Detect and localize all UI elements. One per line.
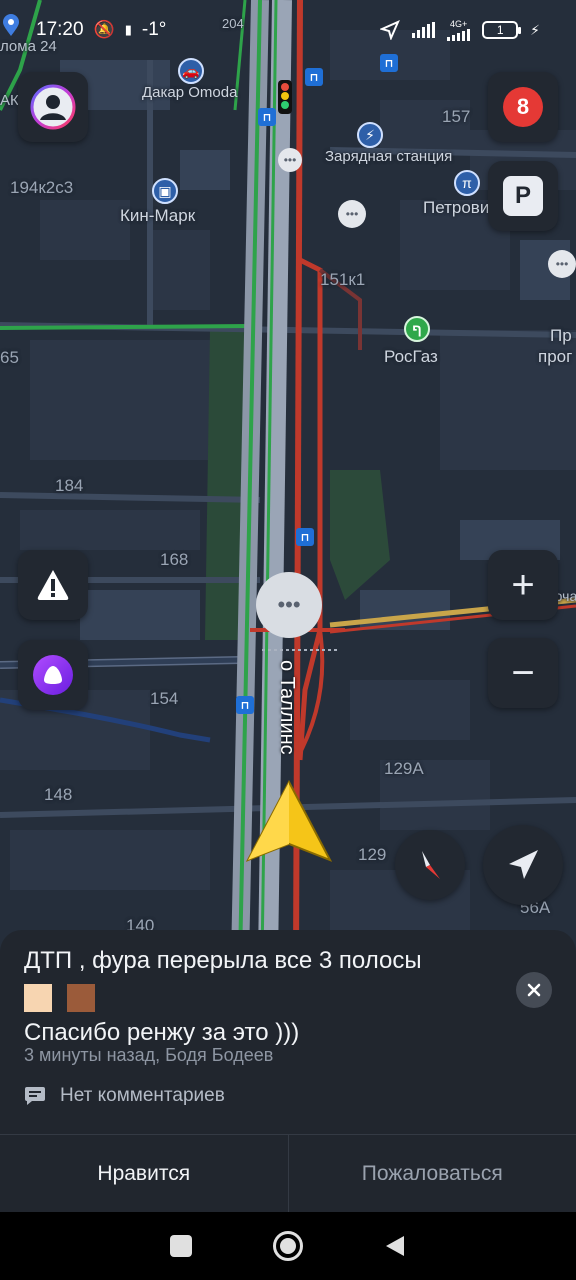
poi-label[interactable]: Зарядная станция (325, 147, 452, 166)
location-arrow-icon (380, 20, 401, 40)
event-card: ДТП , фура перерыла все 3 полосы Спасибо… (0, 930, 576, 1212)
gas-station-icon[interactable]: ף (404, 316, 430, 342)
battery-saver-icon: ▮ (124, 22, 132, 37)
compass-icon (422, 851, 440, 879)
alice-icon (33, 655, 73, 695)
warning-icon (37, 570, 69, 600)
poi-label[interactable]: прог (538, 347, 572, 367)
parking-button[interactable]: P (488, 161, 558, 231)
comments-label: Нет комментариев (60, 1085, 225, 1106)
car-dealer-icon[interactable]: 🚗 (178, 58, 204, 84)
street-label: 65 (0, 348, 19, 367)
alice-assistant-button[interactable] (18, 640, 88, 710)
poi-label[interactable]: Дакар Omoda (142, 84, 237, 101)
status-temperature: -1° (141, 19, 167, 40)
poi-label[interactable]: Кин-Марк (120, 206, 195, 226)
chat-bubble-icon[interactable]: ••• (338, 200, 366, 228)
street-label: 168 (160, 550, 189, 569)
signal-icon-2 (447, 28, 471, 41)
alarm-off-icon: 🔕 (93, 20, 115, 39)
zoom-out-button[interactable]: − (488, 638, 558, 708)
report-button[interactable]: Пожаловаться (289, 1135, 576, 1212)
avatar-icon (30, 84, 76, 130)
street-label: 157 (442, 107, 471, 126)
event-message: ДТП , фура перерыла все 3 полосы Спасибо… (24, 944, 504, 1050)
home-button[interactable] (272, 1231, 303, 1261)
back-button[interactable] (384, 1234, 406, 1258)
compass-button[interactable] (395, 830, 465, 900)
system-nav-bar (0, 1212, 576, 1280)
navigation-arrow-icon (509, 850, 538, 879)
emoji-row (24, 980, 504, 1014)
metro-icon[interactable]: π (454, 170, 480, 196)
traffic-level-badge: 8 (503, 87, 543, 127)
status-time: 17:20 (36, 19, 84, 40)
event-actions: Нравится Пожаловаться (0, 1134, 576, 1212)
traffic-light-icon (278, 80, 292, 114)
battery-icon: 1 (482, 21, 522, 39)
parking-icon: P (503, 176, 543, 216)
street-label: 129А (384, 759, 424, 778)
emoji-dark-skin-icon (66, 983, 95, 1012)
poi-label[interactable]: Пр (550, 326, 572, 346)
emoji-light-skin-icon (24, 983, 52, 1012)
street-label: АК (0, 92, 19, 109)
chat-bubble-icon[interactable]: ••• (548, 250, 576, 278)
event-meta: 3 минуты назад, Бодя Бодеев (24, 1045, 274, 1065)
road-name: о Таллинс (276, 660, 298, 755)
street-label: 129 (358, 845, 387, 864)
bus-stop-icon[interactable]: ⊓ (258, 108, 276, 126)
street-label: 194к2с3 (10, 178, 74, 197)
status-bar: 17:20 🔕 ▮ -1° 4G+ 1 ⚡ (0, 0, 576, 60)
close-button[interactable] (516, 972, 552, 1008)
bus-stop-icon[interactable]: ⊓ (305, 68, 323, 86)
user-location-arrow-icon (246, 780, 332, 862)
network-type: 4G+ (450, 18, 468, 29)
charging-station-icon[interactable]: ⚡ (357, 122, 383, 148)
signal-icon (412, 22, 436, 38)
bus-stop-icon[interactable]: ⊓ (236, 696, 254, 714)
poi-label[interactable]: РосГаз (384, 347, 438, 367)
map-view[interactable]: лома 24 АК 204 157 194к2с3 151к1 65 184 … (0, 0, 576, 960)
street-label: 184 (55, 476, 84, 495)
chat-bubble-icon[interactable]: ••• (278, 148, 302, 172)
comment-icon (25, 1087, 45, 1105)
battery-level: 1 (496, 23, 504, 37)
location-pin-icon (2, 14, 20, 36)
charging-icon: ⚡ (530, 21, 540, 38)
report-event-button[interactable] (18, 550, 88, 620)
profile-button[interactable] (18, 72, 88, 142)
accident-chat-marker-icon[interactable]: ••• (256, 572, 322, 638)
poi-label[interactable]: Петрови (423, 198, 489, 218)
my-location-button[interactable] (483, 825, 563, 905)
event-text-line1: ДТП , фура перерыла все 3 полосы (24, 947, 422, 974)
close-icon (527, 983, 541, 997)
street-label: 148 (44, 785, 73, 804)
like-button[interactable]: Нравится (0, 1135, 289, 1212)
comments-link[interactable]: Нет комментариев (24, 1085, 225, 1107)
recents-button[interactable] (170, 1235, 193, 1257)
shop-icon[interactable]: ▣ (152, 178, 178, 204)
traffic-button[interactable]: 8 (488, 72, 558, 142)
zoom-in-button[interactable]: + (488, 550, 558, 620)
street-label: 151к1 (320, 270, 366, 289)
street-label: 154 (150, 689, 179, 708)
bus-stop-icon[interactable]: ⊓ (296, 528, 314, 546)
